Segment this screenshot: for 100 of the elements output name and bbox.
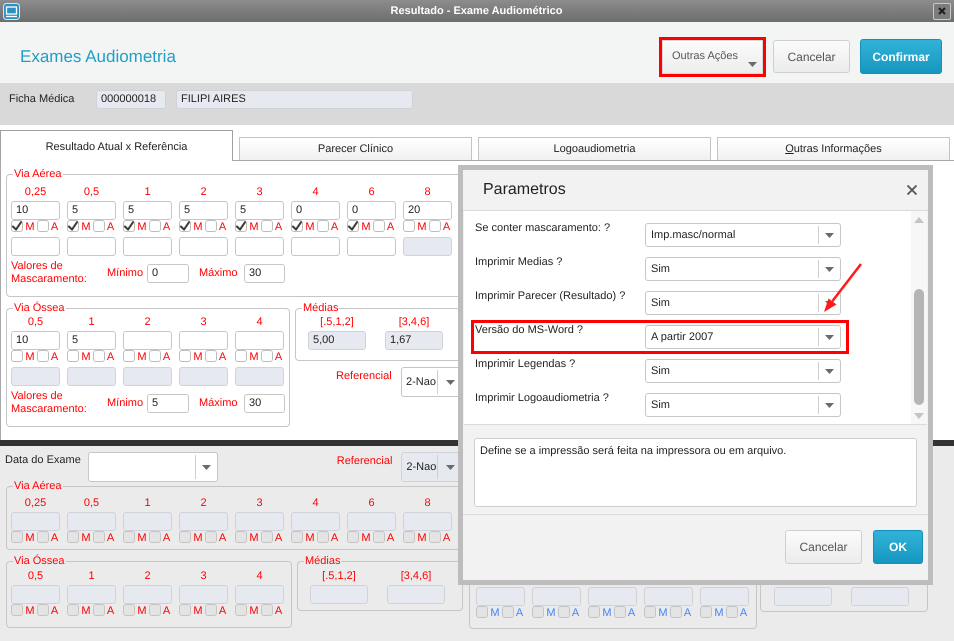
tab[interactable]: Outras Informações	[717, 137, 950, 160]
checkbox-label: A	[274, 220, 284, 234]
checkbox[interactable]	[317, 220, 329, 232]
check-icon	[68, 221, 78, 231]
dropdown[interactable]: Sim	[645, 359, 841, 383]
checkbox[interactable]	[67, 220, 79, 232]
input-field[interactable]: 5	[179, 201, 228, 220]
caret-icon	[202, 464, 211, 470]
input-field[interactable]: FILIPI AIRES	[176, 90, 413, 109]
frequency-label: 6	[367, 496, 376, 510]
input-field[interactable]	[67, 237, 116, 256]
input-field[interactable]: 10	[11, 331, 60, 350]
checkbox[interactable]	[123, 350, 135, 362]
dropdown[interactable]: Sim	[645, 257, 841, 281]
check-icon	[348, 221, 358, 231]
checkbox[interactable]	[37, 220, 49, 232]
scroll-down-icon[interactable]	[914, 413, 924, 419]
dropdown[interactable]: Sim	[645, 393, 841, 417]
input-field[interactable]: 10	[11, 201, 60, 220]
input-field[interactable]	[179, 237, 228, 256]
checkbox-label: M	[657, 606, 669, 620]
dropdown[interactable]: A partir 2007	[645, 325, 841, 349]
checkbox[interactable]	[11, 350, 23, 362]
checkbox[interactable]	[37, 350, 49, 362]
checkbox-label: A	[218, 604, 228, 618]
input-field[interactable]: 20	[403, 201, 452, 220]
input-field[interactable]: 0	[347, 201, 396, 220]
checkbox[interactable]	[149, 350, 161, 362]
checkbox[interactable]	[261, 220, 273, 232]
checkbox[interactable]	[67, 350, 79, 362]
input-field[interactable]	[235, 237, 284, 256]
checkbox-label: M	[545, 606, 557, 620]
scroll-up-icon[interactable]	[914, 217, 924, 223]
field-label: Máximo	[199, 396, 239, 410]
close-button[interactable]	[906, 184, 918, 196]
frequency-label: 8	[423, 496, 432, 510]
field-label: Imprimir Parecer (Resultado) ?	[474, 289, 626, 304]
input-field[interactable]	[291, 237, 340, 256]
checkbox[interactable]	[205, 220, 217, 232]
input-field[interactable]	[347, 237, 396, 256]
checkbox[interactable]	[429, 220, 441, 232]
frequency-label: 1	[87, 569, 96, 583]
frequency-label: 4	[255, 569, 264, 583]
checkbox[interactable]	[179, 220, 191, 232]
checkbox[interactable]	[93, 350, 105, 362]
input-field[interactable]	[179, 331, 228, 350]
frequency-label: 1	[87, 315, 96, 329]
dropdown[interactable]: Imp.masc/normal	[645, 223, 841, 247]
input-field[interactable]	[11, 237, 60, 256]
field-label: Mínimo	[107, 266, 144, 280]
checkbox[interactable]	[235, 350, 247, 362]
field-label: Mínimo	[107, 396, 144, 410]
checkbox[interactable]	[149, 220, 161, 232]
checkbox[interactable]	[403, 220, 415, 232]
frequency-label: 1	[143, 185, 152, 199]
menu-button[interactable]: Outras Ações	[662, 40, 763, 74]
tab[interactable]: Parecer Clínico	[239, 137, 472, 160]
checkbox[interactable]	[235, 220, 247, 232]
checkbox-label: A	[442, 220, 452, 234]
input-field[interactable]	[123, 331, 172, 350]
tab[interactable]: Logoaudiometria	[478, 137, 711, 160]
checkbox[interactable]	[11, 220, 23, 232]
checkbox[interactable]	[373, 220, 385, 232]
input-field[interactable]: 5	[123, 201, 172, 220]
frequency-label: 0,5	[82, 185, 100, 199]
cancel-button[interactable]: Cancelar	[773, 40, 850, 73]
dropdown[interactable]	[88, 452, 218, 482]
input-field[interactable]: 5	[67, 201, 116, 220]
input-field[interactable]: 0	[291, 201, 340, 220]
checkbox[interactable]	[347, 220, 359, 232]
scrollbar-thumb[interactable]	[914, 289, 924, 405]
checkbox[interactable]	[123, 220, 135, 232]
checkbox[interactable]	[93, 220, 105, 232]
checkbox[interactable]	[179, 350, 191, 362]
input-field[interactable]: 5	[147, 394, 189, 412]
checkbox-label: M	[360, 531, 372, 545]
checkbox[interactable]	[261, 350, 273, 362]
checkbox-label: A	[626, 606, 636, 620]
input-field[interactable]: 30	[244, 264, 285, 282]
dropdown[interactable]: Sim	[645, 291, 841, 315]
input-field[interactable]: 5	[67, 331, 116, 350]
checkbox[interactable]	[291, 220, 303, 232]
check-icon	[236, 221, 246, 231]
input-field[interactable]	[123, 237, 172, 256]
input-field[interactable]: 0	[147, 264, 189, 282]
cancel-button[interactable]: Cancelar	[785, 530, 862, 564]
check-icon	[292, 221, 302, 231]
checkbox-label: A	[514, 606, 524, 620]
field-label: Imprimir Medias ?	[474, 255, 564, 270]
frequency-label: 0,5	[26, 569, 44, 583]
checkbox-label: M	[192, 604, 204, 618]
input-field[interactable]: 30	[244, 394, 285, 412]
input-field[interactable]	[235, 331, 284, 350]
input-field[interactable]: 000000018	[96, 90, 166, 109]
input-field[interactable]: 5	[235, 201, 284, 220]
checkbox-label: A	[50, 220, 60, 234]
checkbox[interactable]	[205, 350, 217, 362]
field-label: Imprimir Legendas ?	[474, 357, 576, 372]
checkbox-label: M	[248, 531, 260, 545]
tab[interactable]: Resultado Atual x Referência	[0, 130, 233, 161]
